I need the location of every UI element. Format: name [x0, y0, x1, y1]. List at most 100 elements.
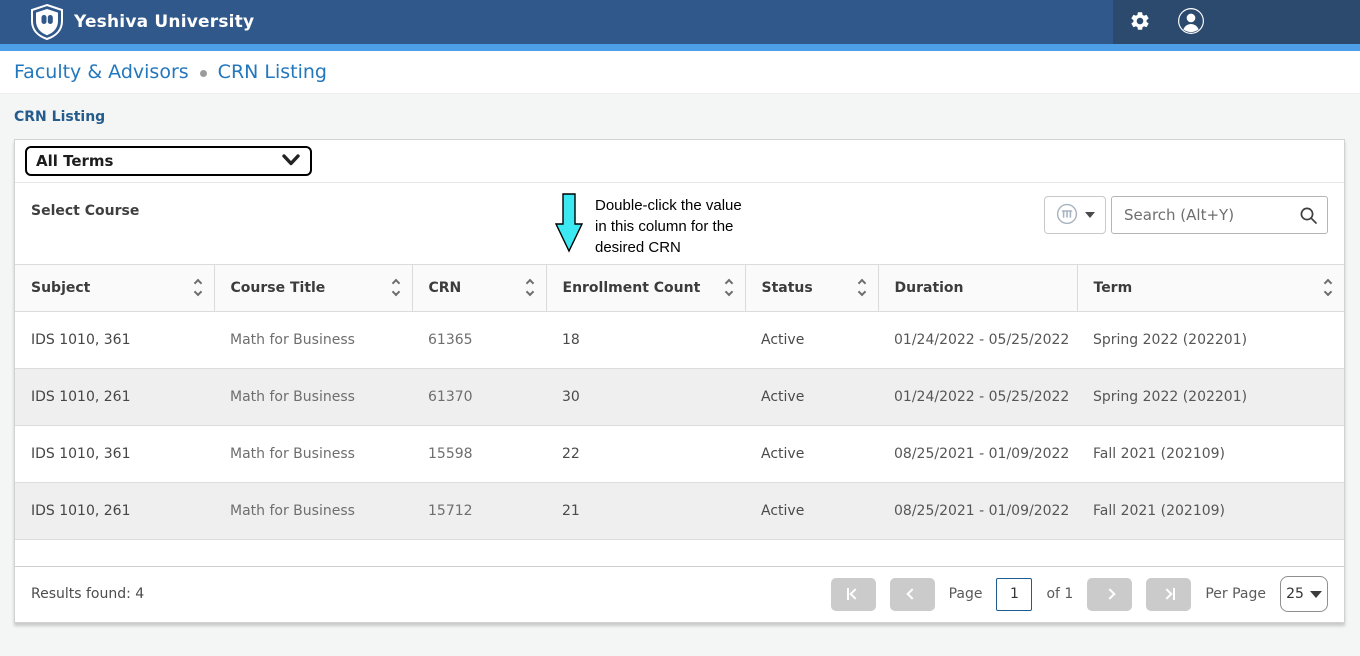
gear-icon	[1129, 10, 1151, 35]
term-select-value: All Terms	[36, 152, 113, 170]
search-box	[1111, 196, 1328, 234]
cell-status[interactable]: Active	[745, 425, 878, 482]
column-label: Enrollment Count	[563, 280, 701, 296]
cell-crn[interactable]: 61370	[412, 368, 546, 425]
cell-course-title[interactable]: Math for Business	[214, 368, 412, 425]
column-header-term[interactable]: Term	[1077, 265, 1344, 311]
term-select[interactable]: All Terms	[25, 146, 312, 176]
column-label: Duration	[895, 280, 964, 296]
sort-icon[interactable]	[393, 280, 399, 295]
last-page-button[interactable]	[1146, 578, 1191, 611]
column-header-duration[interactable]: Duration	[878, 265, 1077, 311]
cell-term[interactable]: Fall 2021 (202109)	[1077, 482, 1344, 539]
cell-status[interactable]: Active	[745, 368, 878, 425]
cell-subject[interactable]: IDS 1010, 361	[15, 425, 214, 482]
table-footer: Results found: 4 Page of 1 Per Page 25	[15, 566, 1344, 622]
select-course-toolbar: Select Course Double-click the value in …	[15, 183, 1344, 265]
last-page-icon	[1161, 588, 1172, 599]
cell-term[interactable]: Fall 2021 (202109)	[1077, 425, 1344, 482]
caret-down-icon	[1085, 212, 1095, 218]
cell-subject[interactable]: IDS 1010, 261	[15, 368, 214, 425]
cell-duration[interactable]: 01/24/2022 - 05/25/2022	[878, 311, 1077, 368]
column-label: CRN	[429, 280, 462, 296]
sort-icon[interactable]	[726, 280, 732, 295]
sort-icon[interactable]	[1325, 280, 1331, 295]
breadcrumb-faculty-advisors[interactable]: Faculty & Advisors	[14, 61, 189, 83]
column-label: Subject	[31, 280, 90, 296]
column-header-subject[interactable]: Subject	[15, 265, 214, 311]
table-row[interactable]: IDS 1010, 261 Math for Business 61370 30…	[15, 368, 1344, 425]
column-header-course-title[interactable]: Course Title	[214, 265, 412, 311]
cell-enrollment-count[interactable]: 18	[546, 311, 745, 368]
column-label: Course Title	[231, 280, 326, 296]
column-header-enrollment-count[interactable]: Enrollment Count	[546, 265, 745, 311]
cell-duration[interactable]: 08/25/2021 - 01/09/2022	[878, 482, 1077, 539]
sort-icon[interactable]	[527, 280, 533, 295]
settings-button[interactable]	[1129, 10, 1151, 35]
sort-icon[interactable]	[195, 280, 201, 295]
annotation: Double-click the value in this column fo…	[555, 193, 742, 258]
cell-crn[interactable]: 15712	[412, 482, 546, 539]
cell-enrollment-count[interactable]: 30	[546, 368, 745, 425]
annotation-text: Double-click the value in this column fo…	[595, 193, 742, 258]
table-header-row: Subject Course Title CRN Enrollment Coun…	[15, 265, 1344, 311]
table-row[interactable]: IDS 1010, 261 Math for Business 15712 21…	[15, 482, 1344, 539]
column-label: Status	[762, 280, 813, 296]
breadcrumb-separator-icon	[200, 70, 207, 77]
profile-button[interactable]	[1177, 7, 1205, 38]
brand-name: Yeshiva University	[74, 12, 254, 32]
breadcrumb-crn-listing[interactable]: CRN Listing	[218, 61, 327, 83]
cell-term[interactable]: Spring 2022 (202201)	[1077, 311, 1344, 368]
per-page-value: 25	[1286, 586, 1304, 602]
cell-course-title[interactable]: Math for Business	[214, 482, 412, 539]
page-of-label: of 1	[1046, 586, 1073, 602]
annotation-line: Double-click the value	[595, 195, 742, 216]
search-input[interactable]	[1111, 196, 1328, 234]
cell-enrollment-count[interactable]: 21	[546, 482, 745, 539]
cell-crn[interactable]: 15598	[412, 425, 546, 482]
cell-duration[interactable]: 01/24/2022 - 05/25/2022	[878, 368, 1077, 425]
first-page-button[interactable]	[831, 578, 876, 611]
university-logo-icon	[28, 3, 66, 41]
cell-status[interactable]: Active	[745, 311, 878, 368]
table-row[interactable]: IDS 1010, 361 Math for Business 15598 22…	[15, 425, 1344, 482]
user-icon	[1177, 7, 1205, 38]
filter-icon	[1056, 203, 1078, 228]
column-header-crn[interactable]: CRN	[412, 265, 546, 311]
page-input[interactable]	[996, 578, 1032, 611]
sort-icon[interactable]	[859, 280, 865, 295]
cell-enrollment-count[interactable]: 22	[546, 425, 745, 482]
next-page-button[interactable]	[1087, 578, 1132, 611]
filter-button[interactable]	[1044, 196, 1106, 234]
app-header: Yeshiva University	[0, 0, 1360, 44]
crn-listing-panel: All Terms Select Course Double-click the…	[14, 139, 1345, 623]
term-filter-row: All Terms	[15, 140, 1344, 183]
table-row[interactable]: IDS 1010, 361 Math for Business 61365 18…	[15, 311, 1344, 368]
cell-term[interactable]: Spring 2022 (202201)	[1077, 368, 1344, 425]
brand: Yeshiva University	[0, 3, 254, 41]
cell-status[interactable]: Active	[745, 482, 878, 539]
annotation-arrow-icon	[555, 193, 583, 258]
annotation-line: desired CRN	[595, 237, 742, 258]
cell-course-title[interactable]: Math for Business	[214, 425, 412, 482]
per-page-select[interactable]: 25	[1280, 576, 1328, 612]
cell-subject[interactable]: IDS 1010, 361	[15, 311, 214, 368]
search-group	[1044, 196, 1328, 234]
cell-subject[interactable]: IDS 1010, 261	[15, 482, 214, 539]
per-page-label: Per Page	[1205, 586, 1266, 602]
cell-duration[interactable]: 08/25/2021 - 01/09/2022	[878, 425, 1077, 482]
select-course-title: Select Course	[31, 203, 139, 219]
breadcrumb: Faculty & Advisors CRN Listing	[0, 51, 1360, 94]
page-title: CRN Listing	[0, 94, 1360, 139]
prev-page-button[interactable]	[890, 578, 935, 611]
column-label: Term	[1094, 280, 1133, 296]
pagination: Page of 1 Per Page 25	[831, 576, 1328, 612]
caret-down-icon	[1310, 591, 1322, 598]
results-count: Results found: 4	[31, 586, 144, 602]
crn-table: Subject Course Title CRN Enrollment Coun…	[15, 265, 1344, 540]
cell-course-title[interactable]: Math for Business	[214, 311, 412, 368]
column-header-status[interactable]: Status	[745, 265, 878, 311]
chevron-down-icon	[282, 152, 300, 170]
cell-crn[interactable]: 61365	[412, 311, 546, 368]
accent-stripe	[0, 44, 1360, 51]
